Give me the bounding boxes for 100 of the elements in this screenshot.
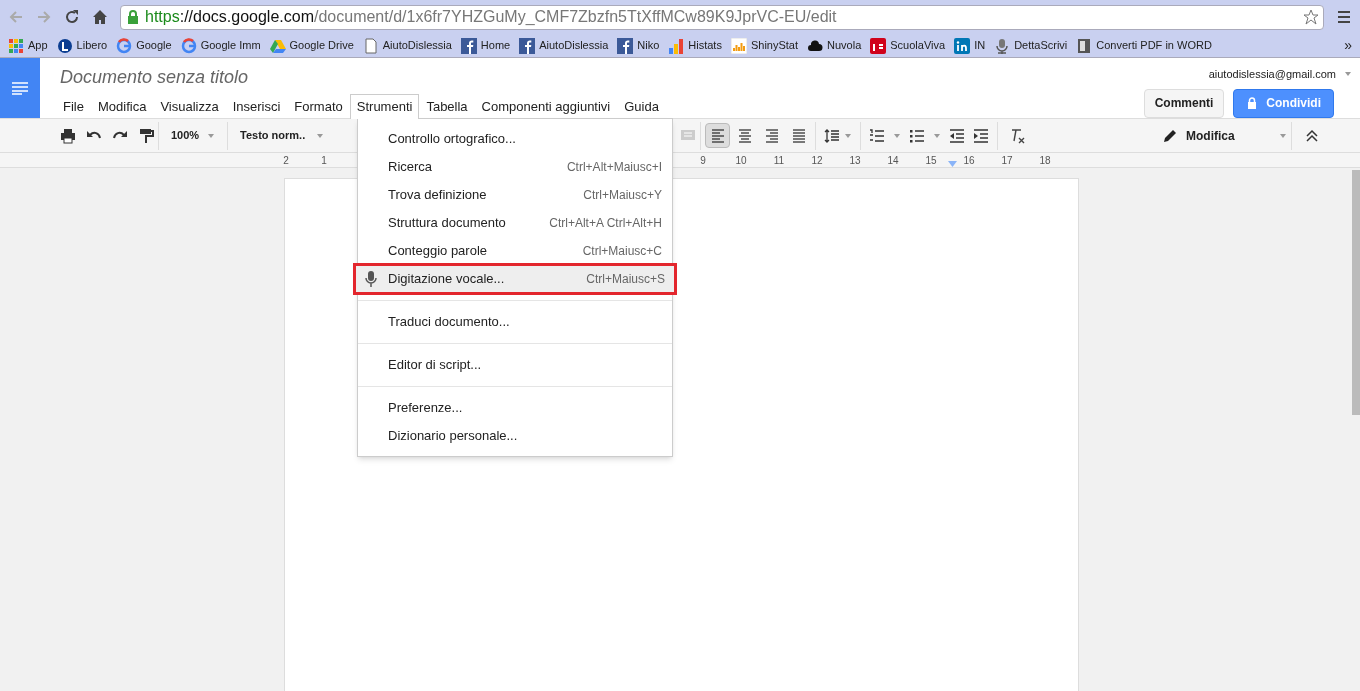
triangle-logo-icon: [269, 37, 286, 54]
equalizer-icon: [730, 37, 747, 54]
caret-icon: [316, 131, 324, 140]
bookmark[interactable]: Nuvola: [807, 37, 862, 54]
caret-icon: [1279, 131, 1287, 140]
g-logo-icon: [180, 37, 197, 54]
menu-item[interactable]: Formato: [287, 94, 350, 119]
bookmark[interactable]: ScuolaViva: [870, 37, 946, 54]
mode-dropdown[interactable]: Modifica: [1162, 126, 1287, 145]
ruler-number: 15: [925, 153, 937, 168]
f-logo-icon: [460, 37, 477, 54]
menu-item[interactable]: File: [56, 94, 91, 119]
f-logo-icon: [617, 37, 634, 54]
bookmark[interactable]: Histats: [668, 37, 722, 54]
indent-marker-icon[interactable]: [948, 161, 957, 167]
ruler-number: 2: [282, 153, 290, 168]
menu-item[interactable]: Componenti aggiuntivi: [474, 94, 618, 119]
zoom-dropdown[interactable]: 100%: [163, 127, 223, 144]
align-icon: [709, 127, 726, 144]
url-text: https://docs.google.com/document/d/1x6fr7YHZGuMy_CMF7Zbzfn5TtXffMCw89K9JprVC-EU/edit: [145, 7, 837, 27]
microphone-icon: [364, 270, 378, 288]
menu-item[interactable]: Visualizza: [153, 94, 226, 119]
bookmark[interactable]: Converti PDF in WORD: [1076, 37, 1212, 54]
decrease-indent-icon[interactable]: [949, 127, 965, 144]
menu-option[interactable]: Digitazione vocale... Ctrl+Maiusc+S: [355, 265, 675, 293]
bookmark[interactable]: App: [8, 37, 48, 54]
menu-option[interactable]: Trova definizione Ctrl+Maiusc+Y: [358, 181, 672, 209]
caret-icon: [893, 131, 901, 140]
collapse-icon[interactable]: [1304, 127, 1320, 144]
bulleted-list-icon[interactable]: [909, 127, 925, 144]
numbered-list-icon[interactable]: [869, 127, 885, 144]
bookmark[interactable]: Google Drive: [269, 37, 354, 54]
menu-item[interactable]: Strumenti: [349, 94, 420, 119]
align-icon: [763, 127, 780, 144]
align-icon: [790, 127, 807, 144]
shortcut: Ctrl+Maiusc+Y: [583, 187, 662, 204]
shortcut: Ctrl+Maiusc+S: [586, 271, 665, 288]
align-icon: [736, 127, 753, 144]
menu-option[interactable]: Editor di script...: [358, 351, 672, 379]
ruler-number: 17: [1001, 153, 1013, 168]
increase-indent-icon[interactable]: [973, 127, 989, 144]
square-logo-icon: [870, 37, 887, 54]
ruler-number: 14: [887, 153, 899, 168]
clear-formatting-icon[interactable]: [1010, 127, 1026, 144]
menu-item[interactable]: Modifica: [90, 94, 154, 119]
shortcut: Ctrl+Alt+A Ctrl+Alt+H: [549, 215, 662, 232]
document-title[interactable]: Documento senza titolo: [56, 66, 666, 88]
caret-icon: [933, 131, 941, 140]
print-icon[interactable]: [60, 127, 76, 144]
docs-logo[interactable]: [0, 58, 40, 118]
more-bookmarks[interactable]: »: [1344, 35, 1352, 56]
shortcut: Ctrl+Maiusc+C: [582, 243, 662, 260]
star-icon[interactable]: [1303, 9, 1319, 25]
alignment-button[interactable]: [705, 123, 730, 148]
bookmark[interactable]: ShinyStat: [730, 37, 799, 54]
bookmark[interactable]: Niko: [617, 37, 660, 54]
menu-item[interactable]: Inserisci: [225, 94, 288, 119]
menu-option[interactable]: Conteggio parole Ctrl+Maiusc+C: [358, 237, 672, 265]
menu-item[interactable]: Guida: [617, 94, 666, 119]
bookmark[interactable]: AiutoDislessia: [362, 37, 452, 54]
account-email[interactable]: aiutodislessia@gmail.com: [1208, 66, 1336, 83]
document-icon: [1076, 37, 1093, 54]
caret-icon: [207, 131, 215, 140]
menu-option[interactable]: Dizionario personale...: [358, 422, 672, 450]
menu-option[interactable]: Controllo ortografico...: [358, 125, 672, 153]
style-dropdown[interactable]: Testo norm..: [232, 127, 332, 144]
bookmark[interactable]: Libero: [56, 37, 108, 54]
reload-icon[interactable]: [64, 9, 80, 25]
ruler-number: 11: [773, 153, 785, 168]
line-spacing-icon[interactable]: [824, 127, 840, 144]
bookmark[interactable]: Google Imm: [180, 37, 261, 54]
menu-option[interactable]: Struttura documento Ctrl+Alt+A Ctrl+Alt+H: [358, 209, 672, 237]
ruler-number: 9: [700, 153, 706, 168]
padlock-icon: [125, 9, 141, 25]
home-icon[interactable]: [92, 9, 108, 25]
microphone-icon: [994, 37, 1011, 54]
menu-option[interactable]: Traduci documento...: [358, 308, 672, 336]
address-bar[interactable]: https://docs.google.com/document/d/1x6fr7YHZGuMy_CMF7Zbzfn5TtXffMCw89K9JprVC-EU/edit: [120, 4, 1324, 30]
ruler-number: 1: [320, 153, 328, 168]
bookmark[interactable]: Home: [460, 37, 511, 54]
shortcut: Ctrl+Alt+Maiusc+I: [566, 159, 662, 176]
menu-item[interactable]: Tabella: [419, 94, 475, 119]
ruler-number: 13: [849, 153, 861, 168]
paint-roller-icon[interactable]: [138, 127, 154, 144]
comments-button[interactable]: Commenti: [1143, 88, 1225, 118]
pencil-icon: [1162, 127, 1178, 144]
bar-chart-icon: [668, 37, 685, 54]
ruler-number: 10: [735, 153, 747, 168]
bookmark[interactable]: Google: [116, 37, 172, 54]
page-icon: [362, 37, 379, 54]
circle-logo-icon: [56, 37, 73, 54]
menu-option[interactable]: Ricerca Ctrl+Alt+Maiusc+I: [358, 153, 672, 181]
bookmark[interactable]: DettaScrivi: [994, 37, 1068, 54]
menu-icon[interactable]: [1336, 9, 1352, 25]
menu-option[interactable]: Preferenze...: [358, 394, 672, 422]
bookmark[interactable]: IN: [954, 37, 986, 54]
in-logo-icon: [954, 37, 971, 54]
caret-icon: [844, 131, 852, 140]
bookmark[interactable]: AiutoDislessia: [519, 37, 609, 54]
padlock-icon: [1246, 97, 1259, 109]
